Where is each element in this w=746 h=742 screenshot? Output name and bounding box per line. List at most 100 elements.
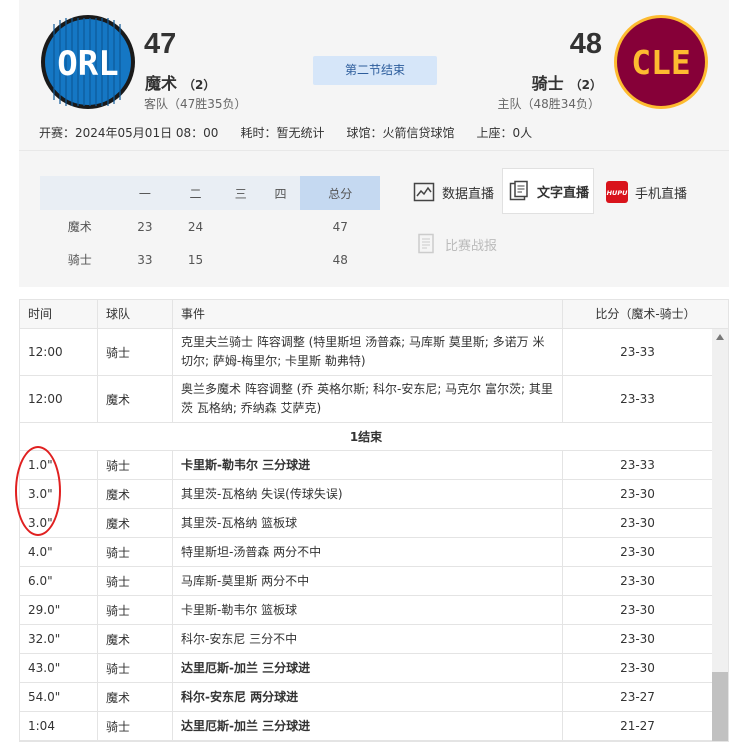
scroll-up-arrow-icon[interactable] — [716, 334, 724, 340]
pbp-time: 6.0" — [20, 567, 98, 595]
pbp-team: 骑士 — [98, 596, 173, 624]
quarter-row-home: 骑士 33 15 48 — [40, 243, 380, 276]
pbp-team: 骑士 — [98, 654, 173, 682]
pbp-time: 1.0" — [20, 451, 98, 479]
game-status-badge: 第二节结束 — [313, 56, 437, 85]
pbp-score: 23-30 — [620, 661, 655, 675]
document-icon — [507, 179, 531, 203]
pbp-time: 4.0" — [20, 538, 98, 566]
divider — [19, 150, 729, 151]
game-info-line: 开赛：2024年05月01日 08：00 耗时：暂无统计 球馆：火箭信贷球馆 上… — [39, 124, 532, 141]
pbp-score: 23-30 — [620, 603, 655, 617]
pbp-team: 魔术 — [98, 376, 173, 422]
pbp-team: 魔术 — [98, 625, 173, 653]
pbp-event: 奥兰多魔术 阵容调整 (乔 英格尔斯; 科尔-安东尼; 马克尔 富尔茨; 其里茨… — [173, 376, 563, 422]
pbp-score: 23-30 — [620, 487, 655, 501]
match-report-button[interactable]: 比赛战报 — [415, 222, 497, 266]
pbp-time: 3.0" — [20, 509, 98, 537]
table-row: 1.0" 骑士 卡里斯-勒韦尔 三分球进 23-33 — [20, 451, 712, 480]
pbp-score: 23-30 — [620, 516, 655, 530]
pbp-score: 23-30 — [620, 545, 655, 559]
attendance: 上座：0人 — [476, 126, 533, 140]
quarter-cell: 33 — [137, 252, 153, 267]
pbp-team: 骑士 — [98, 451, 173, 479]
quarter-end-separator: 1结束 — [20, 423, 712, 451]
pbp-time: 32.0" — [20, 625, 98, 653]
quarter-cell: 24 — [187, 219, 204, 234]
text-live-button[interactable]: 文字直播 — [502, 168, 594, 214]
pbp-time: 12:00 — [20, 376, 98, 422]
quarter-header-2: 二 — [170, 176, 221, 210]
pbp-event: 科尔-安东尼 两分球进 — [173, 683, 563, 711]
venue: 球馆：火箭信贷球馆 — [346, 126, 455, 140]
pbp-score: 23-33 — [620, 392, 655, 406]
pbp-time: 3.0" — [20, 480, 98, 508]
pbp-event: 科尔-安东尼 三分不中 — [173, 625, 563, 653]
pbp-team: 魔术 — [98, 683, 173, 711]
home-team-name[interactable]: 骑士 （2） — [532, 70, 602, 94]
home-score: 48 — [569, 28, 602, 60]
quarter-cell — [221, 210, 261, 243]
pbp-event: 其里茨-瓦格纳 失误(传球失误) — [173, 480, 563, 508]
quarter-cell: 23 — [137, 219, 153, 234]
orlando-magic-logo[interactable]: ORL — [40, 14, 136, 110]
away-score: 47 — [144, 28, 177, 60]
quarter-total: 48 — [332, 252, 348, 267]
pbp-time: 29.0" — [20, 596, 98, 624]
away-rank: （2） — [183, 78, 216, 92]
game-header-panel: ORL 47 魔术 （2） 客队（47胜35负） 第二节结束 48 骑士 （2） 主… — [19, 0, 729, 287]
pbp-header-event: 事件 — [173, 300, 563, 328]
quarter-cell — [261, 210, 301, 243]
pbp-header-team: 球队 — [98, 300, 173, 328]
pbp-header-score: 比分（魔术-骑士） — [595, 307, 696, 321]
quarter-cell — [261, 243, 301, 276]
home-rank: （2） — [569, 78, 602, 92]
pbp-event: 其里茨-瓦格纳 篮板球 — [173, 509, 563, 537]
pbp-event: 达里厄斯-加兰 三分球进 — [173, 654, 563, 682]
quarter-team: 魔术 — [67, 220, 92, 234]
quarter-header-total: 总分 — [300, 176, 380, 210]
pbp-team: 魔术 — [98, 509, 173, 537]
pbp-event: 卡里斯-勒韦尔 篮板球 — [173, 596, 563, 624]
table-row: 29.0" 骑士 卡里斯-勒韦尔 篮板球 23-30 — [20, 596, 712, 625]
data-live-label: 数据直播 — [442, 186, 495, 202]
table-row: 12:00 魔术 奥兰多魔术 阵容调整 (乔 英格尔斯; 科尔-安东尼; 马克尔… — [20, 376, 712, 423]
scrollbar-thumb[interactable] — [712, 672, 728, 741]
mobile-live-button[interactable]: HUPU 手机直播 — [605, 170, 687, 214]
quarter-header-4: 四 — [260, 176, 301, 210]
data-live-button[interactable]: 数据直播 — [412, 170, 494, 214]
pbp-header-row: 时间 球队 事件 比分（魔术-骑士） — [20, 300, 728, 329]
pbp-team: 骑士 — [98, 538, 173, 566]
table-row: 3.0" 魔术 其里茨-瓦格纳 失误(传球失误) 23-30 — [20, 480, 712, 509]
quarter-score-table: 一 二 三 四 总分 魔术 23 24 47 骑士 33 15 48 — [40, 176, 380, 276]
quarter-header-1: 一 — [119, 176, 171, 210]
home-logo-text: CLE — [631, 43, 691, 82]
pbp-team: 骑士 — [98, 712, 173, 740]
cleveland-cavaliers-logo[interactable]: CLE — [613, 14, 709, 110]
text-live-label: 文字直播 — [537, 185, 590, 201]
table-row: 3.0" 魔术 其里茨-瓦格纳 篮板球 23-30 — [20, 509, 712, 538]
table-row: 12:00 骑士 克里夫兰骑士 阵容调整 (特里斯坦 汤普森; 马库斯 莫里斯;… — [20, 329, 712, 376]
report-icon — [415, 232, 439, 256]
home-team-label: 骑士 — [531, 74, 564, 93]
match-report-label: 比赛战报 — [445, 238, 498, 254]
pbp-event: 马库斯-莫里斯 两分不中 — [173, 567, 563, 595]
pbp-time: 54.0" — [20, 683, 98, 711]
quarter-row-away: 魔术 23 24 47 — [40, 210, 380, 243]
table-row: 43.0" 骑士 达里厄斯-加兰 三分球进 23-30 — [20, 654, 712, 683]
hupu-logo-icon: HUPU — [605, 180, 629, 204]
quarter-cell — [221, 243, 261, 276]
away-logo-text: ORL — [57, 44, 118, 84]
play-by-play-table[interactable]: 时间 球队 事件 比分（魔术-骑士） 12:00 骑士 克里夫兰骑士 阵容调整 … — [19, 299, 729, 742]
home-record: 主队（48胜34负） — [497, 97, 600, 111]
start-time: 开赛：2024年05月01日 08：00 — [39, 126, 219, 140]
pbp-time: 43.0" — [20, 654, 98, 682]
mobile-live-label: 手机直播 — [635, 186, 688, 202]
pbp-event: 特里斯坦-汤普森 两分不中 — [173, 538, 563, 566]
table-row: 32.0" 魔术 科尔-安东尼 三分不中 23-30 — [20, 625, 712, 654]
pbp-event: 卡里斯-勒韦尔 三分球进 — [173, 451, 563, 479]
pbp-score: 21-27 — [620, 719, 655, 733]
quarter-header-3: 三 — [220, 176, 261, 210]
away-record: 客队（47胜35负） — [144, 97, 247, 111]
away-team-name[interactable]: 魔术 （2） — [145, 70, 215, 94]
